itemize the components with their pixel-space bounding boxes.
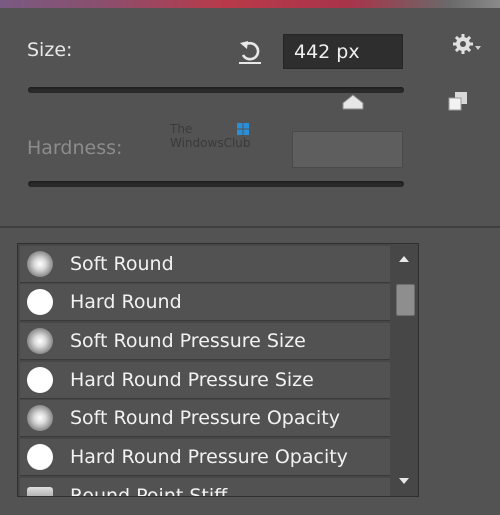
watermark: The WindowsClub: [170, 122, 251, 150]
hard-brush-icon: [27, 367, 53, 393]
list-item[interactable]: Hard Round Pressure Size: [20, 362, 390, 399]
soft-brush-icon: [27, 405, 53, 431]
size-slider-thumb[interactable]: [342, 94, 364, 110]
new-preset-icon[interactable]: [447, 91, 469, 111]
section-divider: [0, 226, 500, 228]
scrollbar-thumb[interactable]: [396, 284, 415, 316]
size-label: Size:: [27, 39, 73, 61]
scroll-up-icon[interactable]: [399, 256, 409, 262]
hardness-slider-track: [28, 181, 404, 187]
hard-brush-icon: [27, 444, 53, 470]
size-input[interactable]: 442 px: [283, 34, 403, 69]
hardness-label: Hardness:: [27, 137, 123, 159]
preset-label: Soft Round: [70, 253, 174, 275]
watermark-line2: WindowsClub: [170, 136, 251, 150]
soft-brush-icon: [27, 251, 53, 277]
preset-label: Hard Round: [70, 291, 182, 313]
list-item[interactable]: Round Point Stiff: [20, 478, 390, 497]
size-slider-track[interactable]: [28, 87, 404, 93]
stiff-brush-icon: [27, 487, 53, 496]
list-item[interactable]: Soft Round Pressure Size: [20, 323, 390, 360]
soft-brush-icon: [27, 328, 53, 354]
list-item[interactable]: Soft Round: [20, 246, 390, 283]
list-item[interactable]: Hard Round: [20, 284, 390, 321]
windows-logo-icon: [237, 123, 249, 135]
brush-preset-list[interactable]: Soft Round Hard Round Soft Round Pressur…: [17, 243, 419, 497]
scroll-down-icon[interactable]: [399, 478, 409, 484]
gear-icon[interactable]: [450, 32, 482, 58]
canvas-strip: [0, 0, 500, 8]
list-item[interactable]: Hard Round Pressure Opacity: [20, 439, 390, 476]
preset-label: Round Point Stiff: [70, 485, 228, 497]
reset-arrow-icon[interactable]: [236, 38, 264, 66]
preset-label: Soft Round Pressure Size: [70, 330, 306, 352]
list-item[interactable]: Soft Round Pressure Opacity: [20, 400, 390, 437]
preset-label: Hard Round Pressure Opacity: [70, 446, 348, 468]
hard-brush-icon: [27, 289, 53, 315]
preset-label: Soft Round Pressure Opacity: [70, 407, 340, 429]
preset-label: Hard Round Pressure Size: [70, 369, 314, 391]
list-scrollbar[interactable]: [393, 244, 418, 496]
hardness-input: [292, 131, 403, 168]
